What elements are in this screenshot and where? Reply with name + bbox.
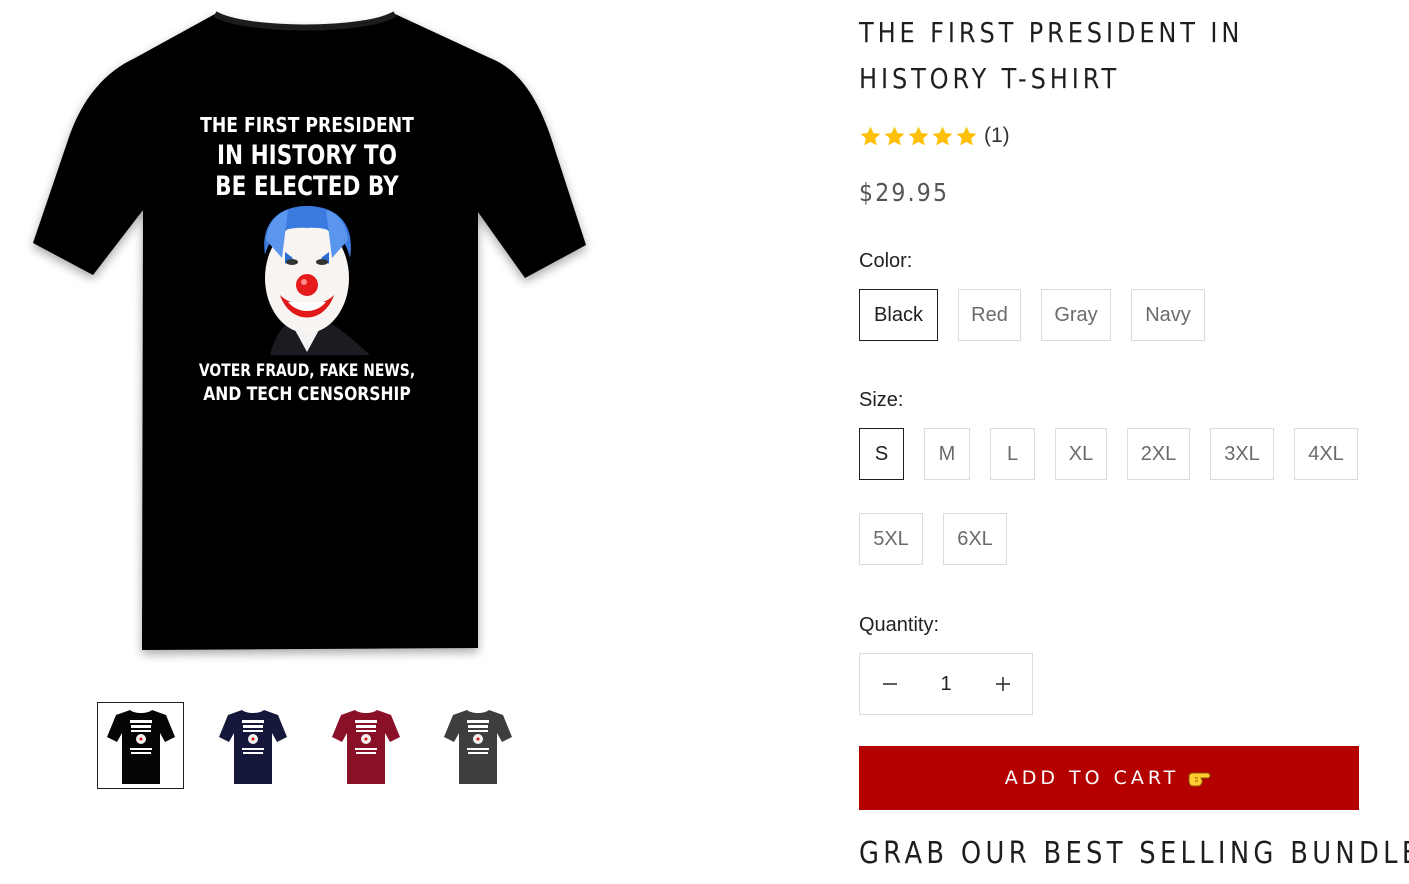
size-option-4xl[interactable]: 4XL (1294, 428, 1358, 480)
review-count[interactable]: (1) (984, 124, 1010, 148)
size-option-5xl[interactable]: 5XL (859, 513, 923, 565)
size-option-l[interactable]: L (990, 428, 1035, 480)
print-line: AND TECH CENSORSHIP (203, 384, 411, 406)
star-icon (860, 126, 881, 145)
star-icon (908, 126, 929, 145)
decrease-quantity-button[interactable] (860, 654, 919, 714)
color-label: Color: (859, 250, 913, 272)
thumbnail-shirt-icon (106, 709, 175, 784)
size-label: Size: (859, 389, 904, 411)
thumbnail-shirt-icon (443, 709, 512, 784)
minus-icon (882, 683, 897, 685)
color-option-red[interactable]: Red (958, 289, 1021, 341)
star-icon (956, 126, 977, 145)
product-rating[interactable]: (1) (859, 121, 1010, 151)
plus-icon (995, 677, 1010, 691)
color-option-black[interactable]: Black (859, 289, 938, 341)
pointing-hand-icon (1188, 772, 1211, 787)
add-to-cart-button[interactable]: ADD TO CART (859, 746, 1359, 810)
add-to-cart-label: ADD TO CART (1004, 767, 1180, 789)
size-option-3xl[interactable]: 3XL (1210, 428, 1274, 480)
size-option-xl[interactable]: XL (1055, 428, 1107, 480)
thumbnail-gray[interactable] (434, 702, 521, 789)
print-line: VOTER FRAUD, FAKE NEWS, (199, 361, 415, 381)
quantity-stepper (859, 653, 1033, 715)
quantity-label: Quantity: (859, 614, 940, 636)
thumbnail-shirt-icon (218, 709, 287, 784)
print-line: IN HISTORY TO (217, 139, 397, 171)
color-option-navy[interactable]: Navy (1131, 289, 1205, 341)
size-option-s[interactable]: S (859, 428, 904, 480)
star-icon (884, 126, 905, 145)
print-line: THE FIRST PRESIDENT (200, 115, 414, 138)
thumbnail-black[interactable] (97, 702, 184, 789)
thumbnail-shirt-icon (331, 709, 400, 784)
color-option-gray[interactable]: Gray (1041, 289, 1111, 341)
thumbnail-navy[interactable] (209, 702, 296, 789)
size-option-2xl[interactable]: 2XL (1127, 428, 1190, 480)
tshirt-graphic: THE FIRST PRESIDENT IN HISTORY TO BE ELE… (33, 11, 586, 650)
size-option-m[interactable]: M (924, 428, 970, 480)
thumbnail-red[interactable] (322, 702, 409, 789)
bundle-heading: GRAB OUR BEST SELLING BUNDLE (859, 836, 1409, 871)
print-line: BE ELECTED BY (215, 170, 399, 202)
rating-stars (859, 125, 978, 148)
product-price: $29.95 (859, 178, 950, 207)
star-icon (932, 126, 953, 145)
size-option-6xl[interactable]: 6XL (943, 513, 1007, 565)
product-title: The First President in History T-Shirt (859, 16, 1244, 95)
quantity-input[interactable] (919, 672, 973, 696)
increase-quantity-button[interactable] (973, 654, 1032, 714)
product-main-image[interactable]: THE FIRST PRESIDENT IN HISTORY TO BE ELE… (20, 0, 600, 670)
